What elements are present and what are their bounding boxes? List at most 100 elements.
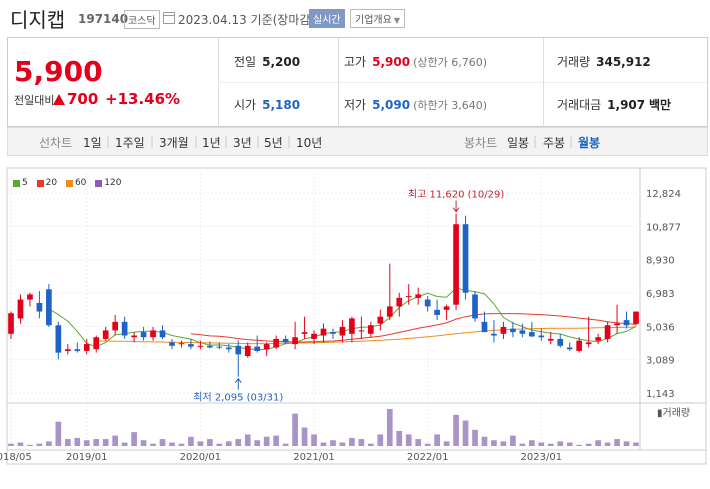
volume-bar	[443, 441, 450, 446]
candle-body	[292, 337, 298, 345]
y-tick-label: 5,036	[646, 322, 675, 333]
y-tick-label: 6,983	[646, 289, 675, 300]
volume-bar	[311, 434, 317, 446]
volume-bar	[216, 443, 223, 446]
stock-chart: 12,824 10,877 8,930 6,983 5,036 3,089 1,143 201…	[0, 167, 707, 465]
candle-body	[443, 306, 450, 310]
volume-bar	[368, 443, 374, 446]
volume-axis-label: ▮거래량	[657, 407, 690, 419]
candle-body	[282, 338, 289, 343]
volume-bar	[235, 439, 242, 446]
volume-bar	[330, 440, 336, 446]
volume-bar	[159, 439, 166, 446]
volume-bar	[566, 442, 573, 446]
x-tick-label: 2019/01	[66, 452, 108, 463]
y-tick-label: 8,930	[646, 256, 675, 267]
candle-body	[434, 309, 440, 315]
candle-body	[368, 325, 374, 334]
candle-body	[633, 311, 639, 324]
min-annotation: 최저 2,095 (03/31)	[193, 392, 283, 404]
candle-body	[614, 323, 620, 326]
candle-body	[159, 330, 166, 338]
volume-bar	[17, 442, 24, 446]
candle-body	[178, 343, 185, 345]
candle-body	[83, 344, 90, 351]
volume-bar	[8, 443, 14, 446]
volume-bar	[339, 442, 346, 446]
candle-body	[557, 338, 564, 346]
ma60-line	[96, 326, 637, 345]
volume-bar	[519, 443, 526, 446]
candle-body	[566, 347, 573, 350]
candle-body	[585, 342, 592, 345]
volume-bar	[557, 441, 564, 446]
candle-body	[263, 344, 270, 350]
candle-body	[301, 332, 308, 334]
candle-body	[225, 347, 232, 350]
volume-bar	[453, 414, 459, 446]
volume-bar	[207, 439, 213, 446]
volume-bar	[434, 434, 440, 446]
candle-body	[46, 289, 52, 326]
volume-bar	[301, 427, 308, 446]
volume-bar	[244, 434, 251, 446]
volume-bar	[614, 439, 620, 446]
candle-body	[339, 326, 346, 336]
candle-body	[121, 321, 128, 336]
candle-body	[244, 345, 251, 357]
candle-body	[472, 294, 478, 319]
volume-bar	[500, 441, 507, 446]
max-annotation: 최고 11,620 (10/29)	[408, 189, 504, 201]
candle-body	[311, 333, 317, 339]
volume-bar	[46, 441, 52, 446]
volume-bar	[349, 437, 355, 446]
candle-body	[349, 318, 355, 334]
y-tick-label: 12,824	[646, 189, 681, 200]
volume-bar	[320, 442, 327, 446]
candle-body	[188, 344, 194, 347]
y-tick-label: 10,877	[646, 222, 681, 233]
volume-bar	[405, 434, 412, 446]
volume-bar	[263, 436, 270, 446]
candle-body	[27, 294, 33, 300]
candle-body	[538, 335, 545, 338]
volume-bar	[585, 443, 592, 446]
volume-bar	[462, 420, 469, 446]
candle-body	[528, 332, 535, 337]
candle-body	[93, 337, 100, 350]
candle-body	[510, 328, 516, 333]
volume-bar	[528, 440, 535, 446]
candle-body	[8, 313, 14, 334]
candle-body	[415, 294, 422, 298]
candle-body	[169, 342, 175, 346]
volume-bar	[510, 435, 516, 446]
volume-bar	[604, 442, 611, 446]
volume-bar	[74, 437, 81, 446]
candle-body	[150, 330, 156, 338]
candle-body	[500, 326, 507, 334]
candle-body	[197, 345, 204, 347]
candle-body	[547, 338, 554, 341]
volume-bar	[131, 432, 137, 446]
candle-body	[462, 224, 469, 293]
x-tick-label: 2021/01	[293, 452, 335, 463]
candle-body	[623, 320, 630, 326]
candle-body	[320, 328, 327, 336]
volume-bar	[576, 444, 583, 446]
volume-bar	[358, 439, 365, 446]
chart-frame	[6, 167, 707, 465]
candle-body	[576, 340, 583, 351]
volume-bar	[282, 443, 289, 446]
volume-bar	[150, 443, 156, 446]
candle-body	[481, 321, 488, 333]
volume-bar	[169, 442, 175, 446]
candle-body	[112, 321, 119, 331]
candle-body	[604, 325, 611, 339]
volume-bar	[623, 441, 630, 446]
y-tick-label: 3,089	[646, 356, 675, 367]
candle-body	[55, 325, 62, 353]
candle-body	[17, 299, 24, 319]
candle-body	[595, 337, 601, 341]
candle-body	[386, 306, 393, 317]
candle-body	[74, 349, 81, 351]
